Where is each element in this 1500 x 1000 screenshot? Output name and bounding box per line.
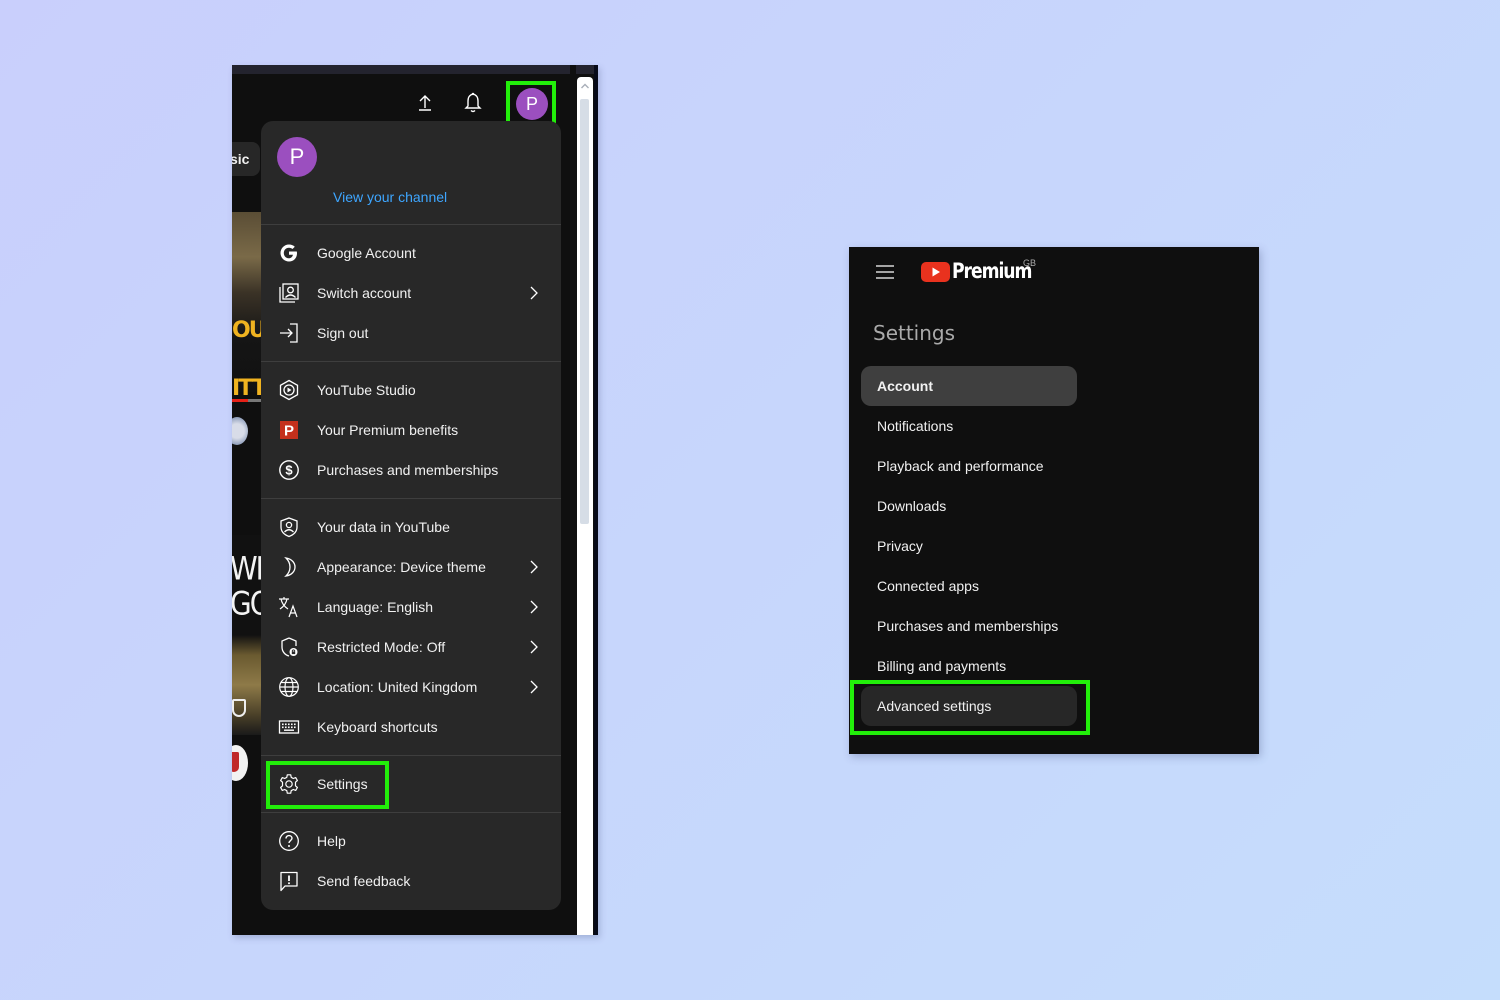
settings-nav-privacy[interactable]: Privacy — [861, 526, 1077, 566]
settings-nav-playback[interactable]: Playback and performance — [861, 446, 1077, 486]
chevron-right-icon — [530, 600, 538, 614]
thumbnail-text: OU — [232, 318, 267, 343]
menu-item-label: Sign out — [317, 325, 369, 341]
menu-item-switch-account[interactable]: Switch account — [261, 273, 561, 313]
menu-item-premium-benefits[interactable]: P Your Premium benefits — [261, 410, 561, 450]
youtube-studio-icon — [277, 378, 301, 402]
chevron-right-icon — [530, 286, 538, 300]
feedback-icon — [277, 869, 301, 893]
keyboard-icon — [277, 715, 301, 739]
menu-item-label: Switch account — [317, 285, 412, 301]
menu-item-label: Purchases and memberships — [317, 462, 499, 478]
translate-icon — [277, 595, 301, 619]
shield-person-icon — [277, 515, 301, 539]
menu-item-label: Your Premium benefits — [317, 422, 459, 438]
menu-header: P View your channel — [261, 121, 561, 225]
menu-item-label: Send feedback — [317, 873, 411, 889]
bell-icon[interactable] — [463, 92, 483, 114]
scroll-up-arrow-icon[interactable] — [580, 81, 590, 91]
channel-avatar[interactable] — [232, 417, 248, 445]
menu-item-youtube-studio[interactable]: YouTube Studio — [261, 370, 561, 410]
premium-p-icon: P — [277, 418, 301, 442]
menu-avatar: P — [277, 137, 317, 177]
menu-item-label: Your data in YouTube — [317, 519, 450, 535]
settings-screenshot: Premium GB Settings Account Notification… — [849, 247, 1259, 754]
watch-progress-remaining — [248, 399, 262, 402]
switch-account-icon — [277, 281, 301, 305]
video-thumbnail[interactable] — [232, 212, 262, 392]
restricted-shield-icon — [277, 635, 301, 659]
menu-item-label: Language: English — [317, 599, 433, 615]
menu-section-youtube: YouTube Studio P Your Premium benefits $… — [261, 362, 561, 499]
thumbnail-text: ITT — [232, 376, 267, 401]
premium-brand-text: Premium — [952, 259, 1032, 283]
page-title: Settings — [873, 321, 956, 345]
region-code: GB — [1023, 258, 1037, 268]
menu-item-keyboard-shortcuts[interactable]: Keyboard shortcuts — [261, 707, 561, 747]
menu-item-restricted-mode[interactable]: Restricted Mode: Off — [261, 627, 561, 667]
settings-nav-notifications[interactable]: Notifications — [861, 406, 1077, 446]
chevron-right-icon — [530, 640, 538, 654]
sign-out-icon — [277, 321, 301, 345]
menu-item-label: Appearance: Device theme — [317, 559, 486, 575]
menu-item-label: Keyboard shortcuts — [317, 719, 438, 735]
menu-item-help[interactable]: Help — [261, 821, 561, 861]
settings-nav-purchases[interactable]: Purchases and memberships — [861, 606, 1077, 646]
menu-section-preferences: Your data in YouTube Appearance: Device … — [261, 499, 561, 756]
menu-item-your-data[interactable]: Your data in YouTube — [261, 507, 561, 547]
dollar-icon: $ — [277, 458, 301, 482]
settings-nav-downloads[interactable]: Downloads — [861, 486, 1077, 526]
watch-progress-bar — [232, 399, 248, 402]
settings-nav-account[interactable]: Account — [861, 366, 1077, 406]
hamburger-menu-icon[interactable] — [875, 265, 895, 279]
menu-item-send-feedback[interactable]: Send feedback — [261, 861, 561, 901]
menu-section-help: Help Send feedback — [261, 813, 561, 909]
view-channel-link[interactable]: View your channel — [333, 189, 447, 205]
svg-text:P: P — [284, 423, 294, 440]
settings-nav: Account Notifications Playback and perfo… — [861, 366, 1077, 726]
menu-item-sign-out[interactable]: Sign out — [261, 313, 561, 353]
menu-item-label: Restricted Mode: Off — [317, 639, 446, 655]
svg-text:$: $ — [285, 463, 293, 478]
settings-highlight-box — [266, 761, 389, 809]
scrollbar-thumb[interactable] — [580, 99, 589, 524]
menu-item-location[interactable]: Location: United Kingdom — [261, 667, 561, 707]
chevron-right-icon — [530, 560, 538, 574]
google-g-icon — [277, 241, 301, 265]
menu-item-language[interactable]: Language: English — [261, 587, 561, 627]
upload-icon[interactable] — [416, 93, 434, 113]
globe-icon — [277, 675, 301, 699]
account-menu-screenshot: sic OU ITT WH GOE P P View your channel — [232, 65, 598, 935]
channel-logo-badge — [232, 699, 246, 717]
settings-nav-connected-apps[interactable]: Connected apps — [861, 566, 1077, 606]
chevron-right-icon — [530, 680, 538, 694]
scrollbar[interactable] — [577, 77, 593, 935]
filter-chip-music[interactable]: sic — [232, 142, 260, 176]
window-edge — [594, 65, 598, 935]
help-icon — [277, 829, 301, 853]
moon-icon — [277, 555, 301, 579]
advanced-settings-highlight-box — [850, 680, 1090, 735]
menu-item-label: Location: United Kingdom — [317, 679, 478, 695]
menu-item-label: YouTube Studio — [317, 382, 416, 398]
menu-item-label: Google Account — [317, 245, 416, 261]
channel-avatar[interactable] — [232, 745, 248, 781]
menu-item-purchases[interactable]: $ Purchases and memberships — [261, 450, 561, 490]
menu-item-appearance[interactable]: Appearance: Device theme — [261, 547, 561, 587]
browser-top-strip — [232, 65, 598, 74]
menu-section-account: Google Account Switch account Sign out — [261, 225, 561, 362]
youtube-logo-icon[interactable] — [921, 262, 950, 282]
menu-item-label: Help — [317, 833, 346, 849]
menu-item-google-account[interactable]: Google Account — [261, 233, 561, 273]
